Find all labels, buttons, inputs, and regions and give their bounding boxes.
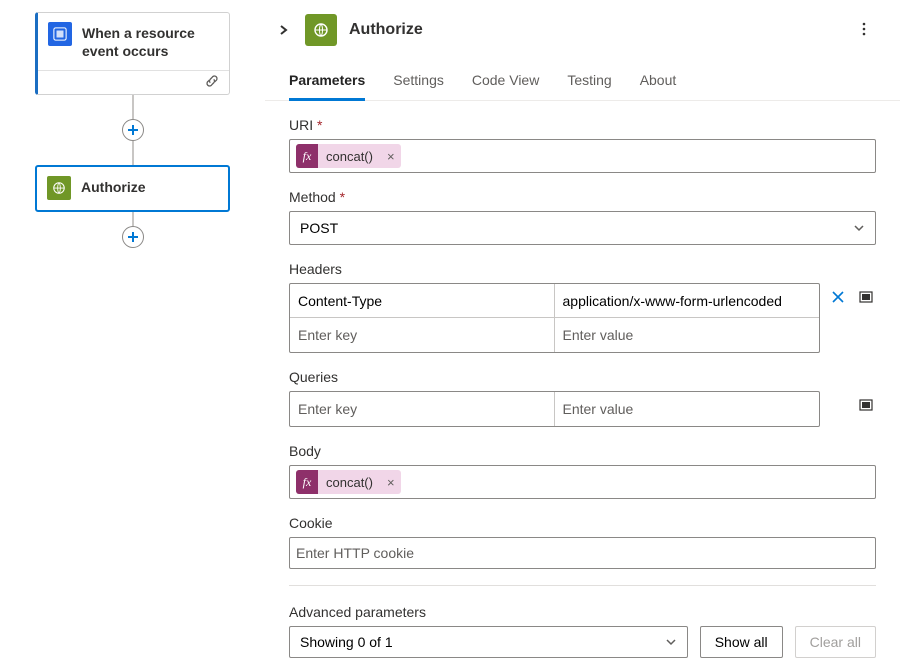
remove-token-button[interactable]: × bbox=[381, 475, 401, 490]
divider bbox=[289, 585, 876, 586]
query-key-new[interactable] bbox=[298, 401, 546, 417]
expression-token[interactable]: fx concat() × bbox=[296, 470, 401, 494]
tab-about[interactable]: About bbox=[640, 64, 677, 101]
edge bbox=[132, 212, 134, 226]
insert-expression-button[interactable] bbox=[856, 289, 876, 305]
tab-parameters[interactable]: Parameters bbox=[289, 64, 365, 101]
config-panel: Authorize Parameters Settings Code View … bbox=[265, 0, 900, 670]
tab-settings[interactable]: Settings bbox=[393, 64, 444, 101]
add-step-button[interactable] bbox=[122, 119, 144, 141]
cookie-label: Cookie bbox=[289, 515, 876, 531]
body-label: Body bbox=[289, 443, 876, 459]
method-select[interactable]: POST bbox=[289, 211, 876, 245]
tab-code-view[interactable]: Code View bbox=[472, 64, 539, 101]
uri-label: URI bbox=[289, 117, 876, 133]
header-key-new[interactable] bbox=[298, 327, 546, 343]
show-all-button[interactable]: Show all bbox=[700, 626, 783, 658]
edge bbox=[132, 95, 134, 119]
query-value-new[interactable] bbox=[563, 401, 812, 417]
expression-token[interactable]: fx concat() × bbox=[296, 144, 401, 168]
queries-label: Queries bbox=[289, 369, 876, 385]
collapse-panel-button[interactable] bbox=[273, 24, 293, 36]
connection-link-icon bbox=[205, 74, 219, 91]
advanced-params-select[interactable]: Showing 0 of 1 bbox=[289, 626, 688, 658]
tabs: Parameters Settings Code View Testing Ab… bbox=[265, 58, 900, 101]
fx-icon: fx bbox=[296, 470, 318, 494]
remove-header-row-button[interactable] bbox=[828, 289, 848, 305]
body-input[interactable]: fx concat() × bbox=[289, 465, 876, 499]
tab-testing[interactable]: Testing bbox=[567, 64, 611, 101]
clear-all-button: Clear all bbox=[795, 626, 876, 658]
insert-expression-button[interactable] bbox=[856, 397, 876, 413]
edge bbox=[132, 141, 134, 165]
headers-label: Headers bbox=[289, 261, 876, 277]
panel-more-button[interactable] bbox=[852, 17, 876, 44]
panel-title: Authorize bbox=[349, 21, 423, 39]
fx-icon: fx bbox=[296, 144, 318, 168]
add-step-button[interactable] bbox=[122, 226, 144, 248]
workflow-canvas: When a resource event occurs Authorize bbox=[0, 0, 265, 670]
node-trigger-title: When a resource event occurs bbox=[82, 22, 219, 60]
advanced-label: Advanced parameters bbox=[289, 604, 876, 620]
header-key-0[interactable] bbox=[298, 293, 546, 309]
cookie-input[interactable] bbox=[289, 537, 876, 569]
node-trigger[interactable]: When a resource event occurs bbox=[35, 12, 230, 95]
eventgrid-icon bbox=[48, 22, 72, 46]
headers-grid bbox=[289, 283, 820, 353]
node-authorize[interactable]: Authorize bbox=[35, 165, 230, 212]
method-label: Method bbox=[289, 189, 876, 205]
header-value-0[interactable] bbox=[563, 293, 812, 309]
http-icon bbox=[47, 176, 71, 200]
remove-token-button[interactable]: × bbox=[381, 149, 401, 164]
queries-grid bbox=[289, 391, 820, 427]
node-action-title: Authorize bbox=[81, 176, 146, 196]
http-icon bbox=[305, 14, 337, 46]
parameters-form: URI fx concat() × Method POST Headers bbox=[265, 101, 900, 670]
header-value-new[interactable] bbox=[563, 327, 812, 343]
uri-input[interactable]: fx concat() × bbox=[289, 139, 876, 173]
